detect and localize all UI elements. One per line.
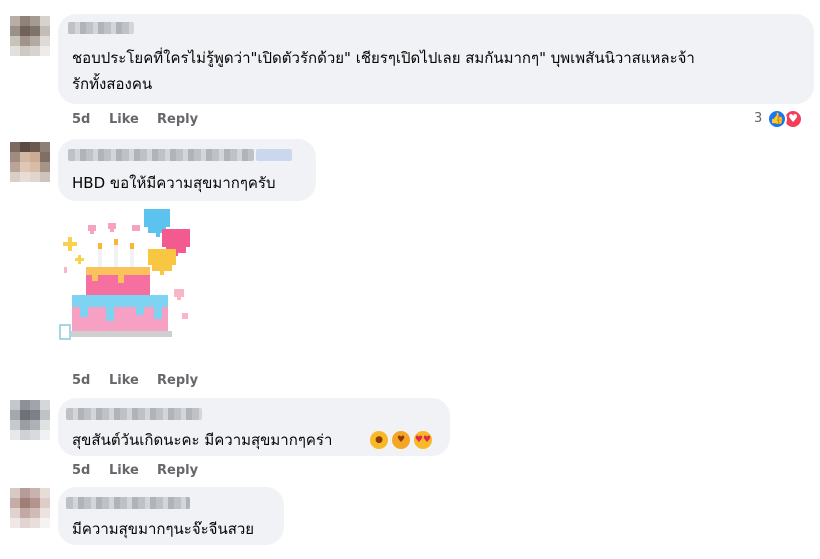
commenter-name-badge (256, 149, 292, 161)
comment-actions: 5d Like Reply (72, 373, 272, 391)
avatar[interactable] (10, 16, 50, 56)
avatar[interactable] (10, 488, 50, 528)
comment-text-line: มีความสุขมากๆนะจ๊ะจีนสวย (72, 520, 255, 538)
like-button[interactable]: Like (109, 112, 139, 127)
heart-eyes-face-icon: ♥♥ (414, 431, 432, 449)
comment-time[interactable]: 5d (72, 112, 90, 127)
commenter-name[interactable] (66, 497, 190, 509)
comment-bubble: มีความสุขมากๆนะจ๊ะจีนสวย (58, 487, 284, 545)
commenter-name[interactable] (68, 149, 254, 161)
like-button[interactable]: Like (109, 463, 139, 478)
comment-bubble: HBD ขอให้มีความสุขมากๆครับ (58, 139, 316, 201)
commenter-name[interactable] (68, 22, 134, 34)
sticker-graphic (59, 209, 190, 340)
avatar[interactable] (10, 142, 50, 182)
comment-bubble: ชอบประโยคที่ใครไม่รู้พูดว่า"เปิดตัวรักด้… (58, 14, 814, 104)
birthday-cake-sticker[interactable] (58, 205, 198, 345)
kissing-face-icon: ● (370, 431, 388, 449)
reply-button[interactable]: Reply (157, 112, 198, 127)
comment-actions: 5d Like Reply (72, 112, 272, 130)
reply-button[interactable]: Reply (157, 463, 198, 478)
comment-bubble: สุขสันต์วันเกิดนะคะ มีความสุขมากๆคร่า ● … (58, 398, 450, 456)
comment-text-line: รักทั้งสองคน (72, 75, 153, 93)
smiling-face-with-hearts-icon: ♥ (392, 431, 410, 449)
reaction-count: 3 (754, 111, 763, 126)
reaction-summary[interactable]: 3 👍 ♥ (754, 109, 814, 131)
comment-text-line: สุขสันต์วันเกิดนะคะ มีความสุขมากๆคร่า (72, 431, 333, 449)
commenter-name[interactable] (66, 408, 202, 420)
like-icon: 👍 (767, 109, 787, 129)
comment-time[interactable]: 5d (72, 373, 90, 388)
comment-text-line: ชอบประโยคที่ใครไม่รู้พูดว่า"เปิดตัวรักด้… (72, 49, 695, 67)
comment-text-line: HBD ขอให้มีความสุขมากๆครับ (72, 174, 276, 192)
avatar[interactable] (10, 400, 50, 440)
reply-button[interactable]: Reply (157, 373, 198, 388)
comment-time[interactable]: 5d (72, 463, 90, 478)
comment-actions: 5d Like Reply (72, 463, 272, 481)
like-button[interactable]: Like (109, 373, 139, 388)
